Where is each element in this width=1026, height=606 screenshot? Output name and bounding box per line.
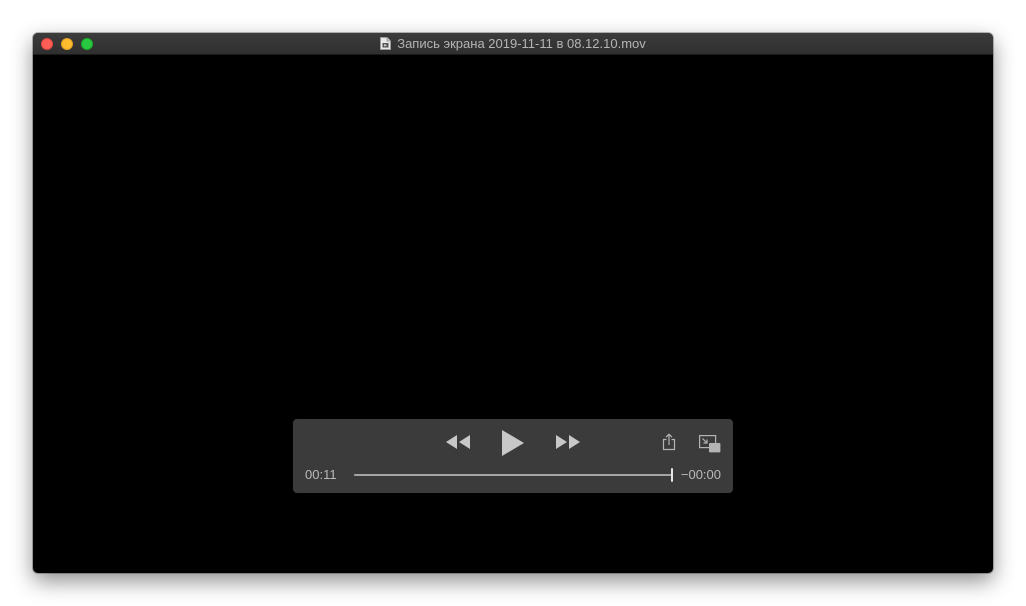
current-time: 00:11 <box>305 467 337 482</box>
share-icon <box>662 433 676 451</box>
timeline-track <box>354 474 672 476</box>
fast-forward-button[interactable] <box>555 434 581 450</box>
playback-controls: 00:11 −00:00 <box>293 419 733 493</box>
timeline-progress <box>354 474 672 476</box>
picture-in-picture-button[interactable] <box>699 435 721 453</box>
play-icon <box>502 430 524 456</box>
title-bar[interactable]: Запись экрана 2019-11-11 в 08.12.10.mov <box>33 33 993 55</box>
play-button[interactable] <box>501 429 525 457</box>
timeline-scrubber[interactable] <box>354 468 673 482</box>
picture-in-picture-icon <box>699 435 721 453</box>
quicktime-window: Запись экрана 2019-11-11 в 08.12.10.mov <box>33 33 993 573</box>
playhead[interactable] <box>671 468 673 482</box>
rewind-button[interactable] <box>445 434 471 450</box>
remaining-time: −00:00 <box>680 467 721 482</box>
document-icon[interactable] <box>380 37 392 50</box>
window-title: Запись экрана 2019-11-11 в 08.12.10.mov <box>397 36 646 51</box>
fast-forward-icon <box>556 435 580 449</box>
share-button[interactable] <box>662 433 676 451</box>
window-title-group: Запись экрана 2019-11-11 в 08.12.10.mov <box>33 33 993 54</box>
rewind-icon <box>446 435 470 449</box>
